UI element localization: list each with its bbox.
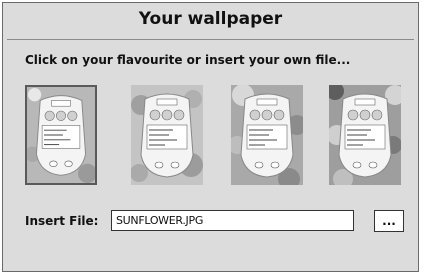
wallpaper-thumbnail-2[interactable] (131, 85, 203, 185)
wallpaper-preview-image (27, 87, 95, 183)
wallpaper-dialog: Your wallpaper Click on your flavourite … (2, 2, 419, 272)
wallpaper-thumbnail-4[interactable] (329, 85, 401, 185)
title-divider (7, 39, 414, 40)
browse-button[interactable]: ... (374, 210, 404, 232)
wallpaper-preview-image (131, 85, 203, 185)
file-path-input[interactable] (111, 210, 354, 231)
wallpaper-thumbnail-3[interactable] (231, 85, 303, 185)
dialog-title: Your wallpaper (138, 9, 283, 29)
wallpaper-preview-image (329, 85, 401, 185)
insert-file-label: Insert File: (25, 214, 99, 228)
instruction-text: Click on your flavourite or insert your … (25, 53, 351, 67)
wallpaper-thumbnail-1[interactable] (25, 85, 97, 185)
wallpaper-preview-image (231, 85, 303, 185)
